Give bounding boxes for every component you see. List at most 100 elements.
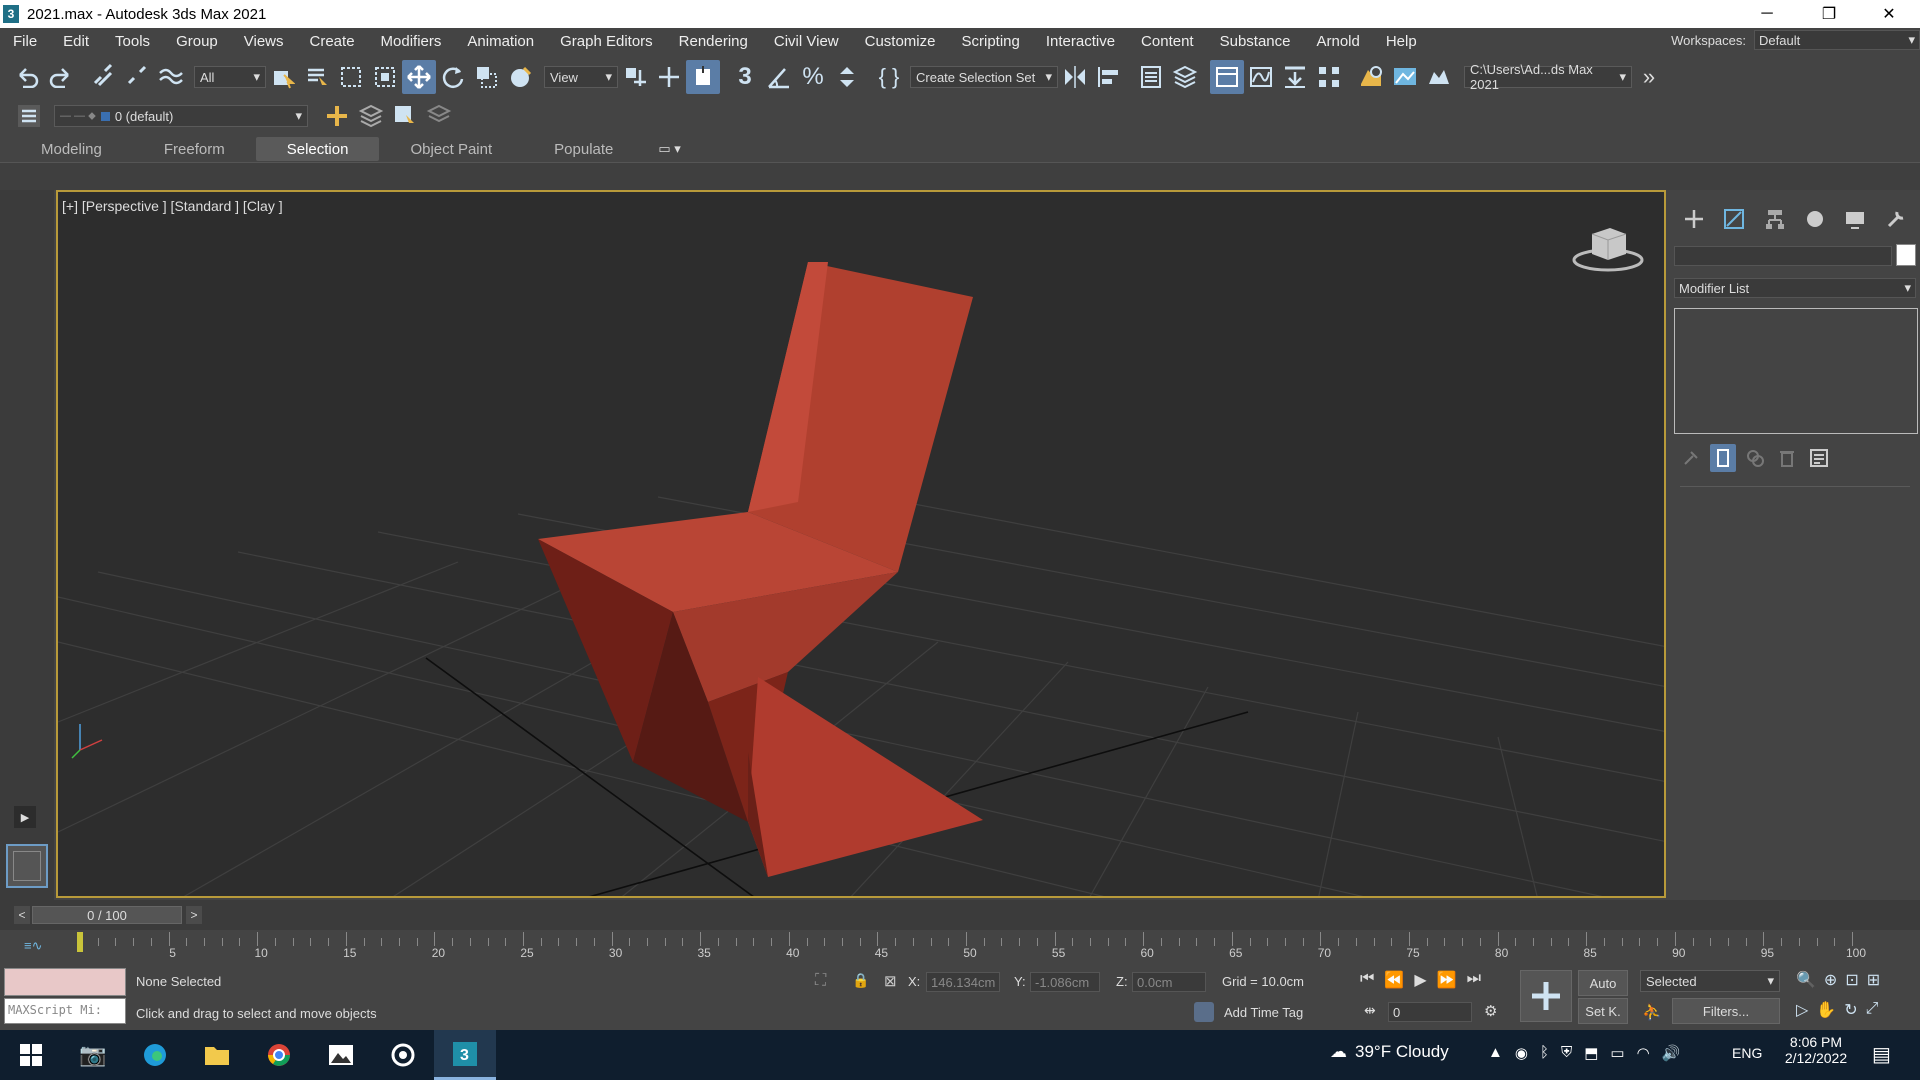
time-prev-button[interactable]: <	[14, 906, 30, 924]
menu-animation[interactable]: Animation	[454, 33, 547, 50]
clock[interactable]: 8:06 PM 2/12/2022	[1776, 1034, 1856, 1066]
viewcube[interactable]	[1570, 220, 1646, 276]
maxscript-listener-output[interactable]	[4, 968, 126, 996]
menu-graph-editors[interactable]: Graph Editors	[547, 33, 666, 50]
create-tab-icon[interactable]	[1679, 202, 1709, 236]
ribbon-tab-selection[interactable]: Selection	[255, 137, 380, 161]
snaps-toggle-icon[interactable]: 3	[728, 60, 762, 94]
menu-tools[interactable]: Tools	[102, 33, 163, 50]
rectangular-selection-icon[interactable]	[334, 60, 368, 94]
menu-arnold[interactable]: Arnold	[1303, 33, 1372, 50]
3dsmax-taskbar-icon[interactable]: 3	[434, 1030, 496, 1080]
bluetooth-icon[interactable]: ᛒ	[1540, 1044, 1549, 1062]
menu-scripting[interactable]: Scripting	[948, 33, 1032, 50]
field-of-view-icon[interactable]: ▷	[1796, 1000, 1808, 1020]
maximize-viewport-icon[interactable]: ⤢	[1866, 1000, 1879, 1020]
zoom-icon[interactable]: 🔍	[1796, 970, 1816, 990]
wifi-icon[interactable]: ◠	[1637, 1044, 1650, 1062]
angle-snap-icon[interactable]	[762, 60, 796, 94]
menu-create[interactable]: Create	[297, 33, 368, 50]
language-indicator[interactable]: ENG	[1732, 1045, 1762, 1061]
select-and-place-icon[interactable]	[504, 60, 538, 94]
play-icon[interactable]: ▶	[1414, 970, 1426, 990]
viewport-layout-thumbnail[interactable]	[6, 844, 48, 888]
motion-tab-icon[interactable]	[1800, 202, 1830, 236]
zoom-extents-all-icon[interactable]: ⊞	[1867, 970, 1880, 990]
x-coord-field[interactable]: 146.134cm	[926, 972, 1000, 992]
toggle-scene-explorer-icon[interactable]	[1134, 60, 1168, 94]
make-unique-icon[interactable]	[1742, 445, 1768, 471]
maximize-button[interactable]: ❐	[1806, 0, 1852, 28]
windows-start-icon[interactable]	[0, 1030, 62, 1080]
object-color-swatch[interactable]	[1896, 244, 1916, 266]
key-filters-button[interactable]: Filters...	[1672, 998, 1780, 1024]
default-in-out-tangents-icon[interactable]: ⛹	[1642, 1002, 1662, 1022]
project-folder-dropdown[interactable]: C:\Users\Ad...ds Max 2021 ▾	[1464, 62, 1632, 92]
zoom-extents-icon[interactable]: ⊡	[1845, 970, 1858, 990]
keyboard-shortcut-override-icon[interactable]	[652, 60, 686, 94]
file-explorer-icon[interactable]	[186, 1030, 248, 1080]
redo-icon[interactable]	[44, 60, 78, 94]
y-coord-field[interactable]: -1.086cm	[1030, 972, 1100, 992]
battery-icon[interactable]: ▭	[1610, 1044, 1624, 1062]
hierarchy-tab-icon[interactable]	[1760, 202, 1790, 236]
viewport-label-menu[interactable]: [+] [Perspective ] [Standard ] [Clay ]	[62, 198, 283, 214]
menu-modifiers[interactable]: Modifiers	[368, 33, 455, 50]
track-bar[interactable]: ≡∿ 5 10 15 20 25 30 35 40 45 50 55 60 65 70 75 80 85 90 95…	[0, 930, 1920, 962]
mirror-icon[interactable]	[1058, 60, 1092, 94]
window-crossing-icon[interactable]	[368, 60, 402, 94]
ribbon-tab-populate[interactable]: Populate	[523, 137, 644, 161]
pivot-center-icon[interactable]	[618, 60, 652, 94]
menu-views[interactable]: Views	[231, 33, 297, 50]
go-to-start-icon[interactable]: ⏮	[1360, 970, 1374, 990]
add-selection-to-layer-icon[interactable]	[354, 99, 388, 133]
utilities-tab-icon[interactable]	[1881, 202, 1911, 236]
curve-editor-icon[interactable]	[1244, 60, 1278, 94]
isolate-selection-icon[interactable]: ⛶	[815, 972, 826, 990]
menu-interactive[interactable]: Interactive	[1033, 33, 1128, 50]
toolbar-overflow-icon[interactable]: »	[1632, 60, 1666, 94]
minimize-button[interactable]: ─	[1744, 0, 1790, 28]
ribbon-options-icon[interactable]: ▭ ▾	[658, 141, 680, 157]
camera-app-icon[interactable]: 📷	[62, 1030, 124, 1080]
menu-group[interactable]: Group	[163, 33, 231, 50]
time-slider[interactable]: 0 / 100	[32, 906, 182, 924]
show-end-result-icon[interactable]	[1710, 444, 1736, 472]
rendered-frame-window-icon[interactable]	[1388, 60, 1422, 94]
nvidia-icon[interactable]: ◉	[1515, 1044, 1528, 1062]
toggle-ribbon-icon[interactable]	[1210, 60, 1244, 94]
photos-app-icon[interactable]	[310, 1030, 372, 1080]
time-tag-icon[interactable]	[1194, 1002, 1214, 1022]
go-to-end-icon[interactable]: ⏭	[1467, 970, 1481, 990]
select-by-name-icon[interactable]	[300, 60, 334, 94]
selection-lock-icon[interactable]	[686, 60, 720, 94]
edit-named-selection-icon[interactable]: { }	[872, 60, 906, 94]
google-drive-icon[interactable]: ▲	[1488, 1044, 1503, 1062]
weather-widget[interactable]: ☁ 39°F Cloudy	[1330, 1042, 1449, 1062]
previous-frame-icon[interactable]: ⏪	[1384, 970, 1404, 990]
menu-civil-view[interactable]: Civil View	[761, 33, 852, 50]
toggle-layer-explorer-icon[interactable]	[1168, 60, 1202, 94]
modifier-stack[interactable]	[1674, 308, 1918, 434]
expand-layout-tab-icon[interactable]: ▶	[14, 806, 36, 828]
time-next-button[interactable]: >	[186, 906, 202, 924]
ribbon-tab-freeform[interactable]: Freeform	[133, 137, 256, 161]
select-and-move-icon[interactable]	[402, 60, 436, 94]
menu-content[interactable]: Content	[1128, 33, 1207, 50]
select-and-rotate-icon[interactable]	[436, 60, 470, 94]
modify-tab-icon[interactable]	[1719, 202, 1749, 236]
key-mode-toggle-icon[interactable]: ⇹	[1364, 1002, 1376, 1019]
key-selection-dropdown[interactable]: Selected ▾	[1640, 970, 1780, 992]
time-configuration-icon[interactable]: ⚙	[1484, 1002, 1497, 1020]
next-frame-icon[interactable]: ⏩	[1437, 970, 1457, 990]
spinner-snap-icon[interactable]	[830, 60, 864, 94]
select-objects-in-layer-icon[interactable]	[388, 99, 422, 133]
media-player-icon[interactable]	[372, 1030, 434, 1080]
select-and-scale-icon[interactable]	[470, 60, 504, 94]
current-frame-field[interactable]: 0	[1388, 1002, 1472, 1022]
absolute-mode-transform-icon[interactable]: ⊠	[884, 972, 897, 990]
workspace-dropdown[interactable]: Default ▾	[1754, 30, 1920, 50]
ribbon-tab-object-paint[interactable]: Object Paint	[379, 137, 523, 161]
named-selection-sets-dropdown[interactable]: Create Selection Set ▾	[910, 66, 1058, 88]
menu-file[interactable]: File	[0, 33, 50, 50]
